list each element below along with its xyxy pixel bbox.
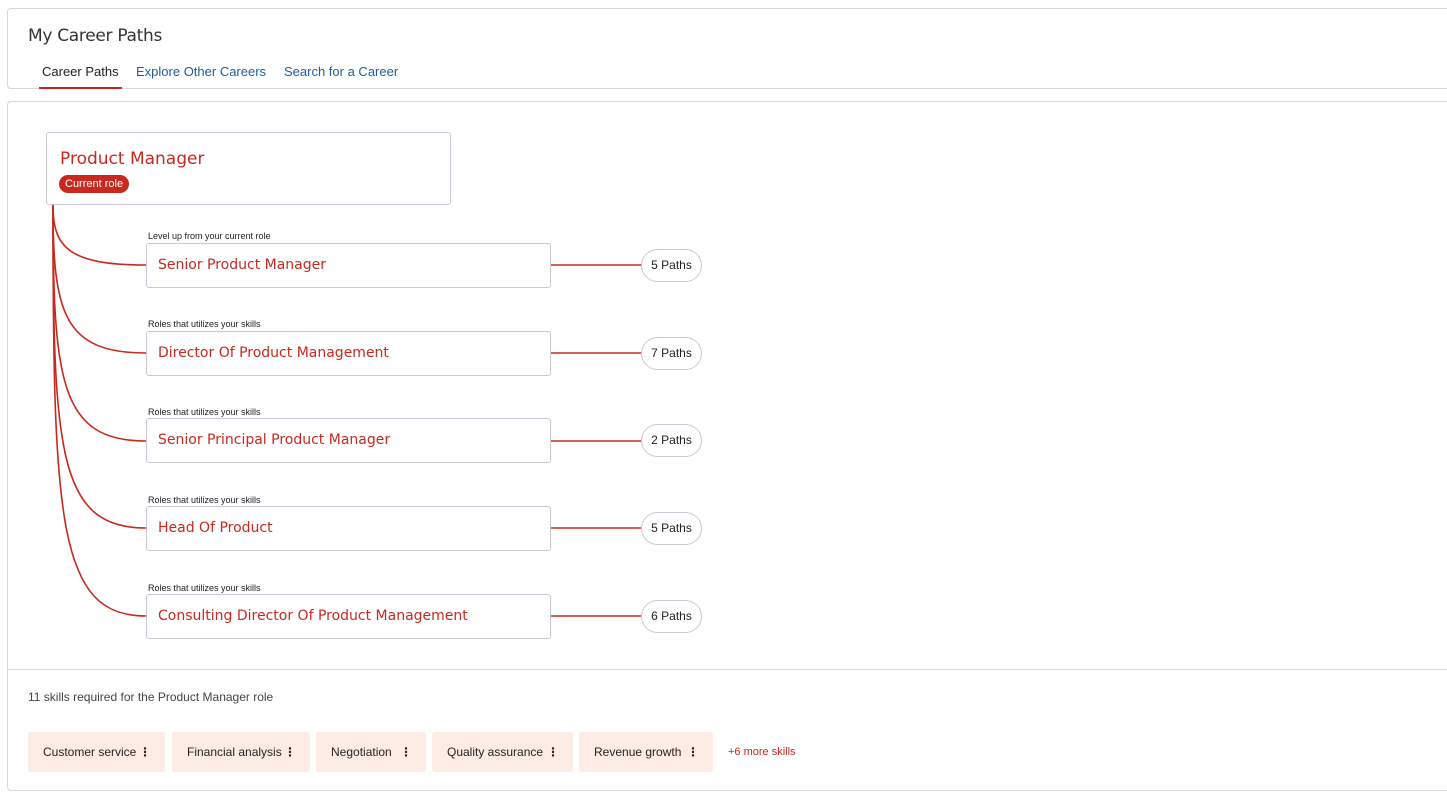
current-role-title: Product Manager: [60, 149, 205, 169]
skill-chip-label: Customer service: [43, 745, 137, 759]
skill-chip-label: Financial analysis: [187, 745, 282, 759]
paths-pill[interactable]: 5 Paths: [641, 512, 702, 545]
skill-chip-customer-service[interactable]: Customer service ⋮: [28, 732, 165, 772]
role-caption: Roles that utilizes your skills: [148, 583, 261, 593]
role-card-senior-product-manager[interactable]: Senior Product Manager: [146, 243, 551, 288]
role-card-senior-principal-product-manager[interactable]: Senior Principal Product Manager: [146, 418, 551, 463]
role-title: Consulting Director Of Product Managemen…: [158, 608, 468, 624]
paths-pill[interactable]: 5 Paths: [641, 249, 702, 282]
paths-pill[interactable]: 6 Paths: [641, 600, 702, 633]
header-card: My Career Paths Career Paths Explore Oth…: [7, 8, 1447, 89]
skill-chip-label: Negotiation: [331, 745, 392, 759]
tab-explore-other-careers[interactable]: Explore Other Careers: [136, 62, 266, 89]
career-paths-panel: Product Manager Current role Level up fr…: [7, 101, 1447, 791]
role-caption: Roles that utilizes your skills: [148, 407, 261, 417]
tab-career-paths[interactable]: Career Paths: [39, 62, 122, 89]
role-card-consulting-director-of-product-management[interactable]: Consulting Director Of Product Managemen…: [146, 594, 551, 639]
role-title: Senior Principal Product Manager: [158, 432, 391, 448]
skill-chip-label: Quality assurance: [447, 745, 544, 759]
tab-search-for-a-career[interactable]: Search for a Career: [284, 62, 398, 89]
skill-chip-quality-assurance[interactable]: Quality assurance ⋮: [432, 732, 573, 772]
page-title: My Career Paths: [28, 26, 163, 46]
kebab-menu-icon[interactable]: ⋮: [284, 732, 296, 772]
role-card-director-of-product-management[interactable]: Director Of Product Management: [146, 331, 551, 376]
section-divider: [8, 669, 1447, 670]
kebab-menu-icon[interactable]: ⋮: [547, 732, 559, 772]
kebab-menu-icon[interactable]: ⋮: [139, 732, 151, 772]
role-caption: Roles that utilizes your skills: [148, 319, 261, 329]
role-title: Head Of Product: [158, 520, 273, 536]
kebab-menu-icon[interactable]: ⋮: [400, 732, 412, 772]
connector-senior-product-manager: [52, 204, 147, 266]
skill-chip-financial-analysis[interactable]: Financial analysis ⋮: [172, 732, 310, 772]
skill-chip-revenue-growth[interactable]: Revenue growth ⋮: [579, 732, 713, 772]
connector-director-of-product-management: [52, 204, 147, 354]
connector-senior-principal-product-manager: [52, 204, 147, 442]
connector-consulting-director: [52, 204, 147, 617]
paths-pill[interactable]: 2 Paths: [641, 424, 702, 457]
paths-pill[interactable]: 7 Paths: [641, 337, 702, 370]
role-caption: Roles that utilizes your skills: [148, 495, 261, 505]
role-card-head-of-product[interactable]: Head Of Product: [146, 506, 551, 551]
role-title: Senior Product Manager: [158, 257, 327, 273]
more-skills-link[interactable]: +6 more skills: [728, 746, 796, 758]
role-caption: Level up from your current role: [148, 231, 271, 241]
skill-chip-negotiation[interactable]: Negotiation ⋮: [316, 732, 426, 772]
skill-chip-label: Revenue growth: [594, 745, 682, 759]
kebab-menu-icon[interactable]: ⋮: [687, 732, 699, 772]
role-title: Director Of Product Management: [158, 345, 389, 361]
skills-heading: 11 skills required for the Product Manag…: [28, 690, 274, 704]
connector-head-of-product: [52, 204, 147, 529]
current-role-card[interactable]: Product Manager Current role: [46, 132, 451, 205]
current-role-badge: Current role: [59, 175, 130, 193]
